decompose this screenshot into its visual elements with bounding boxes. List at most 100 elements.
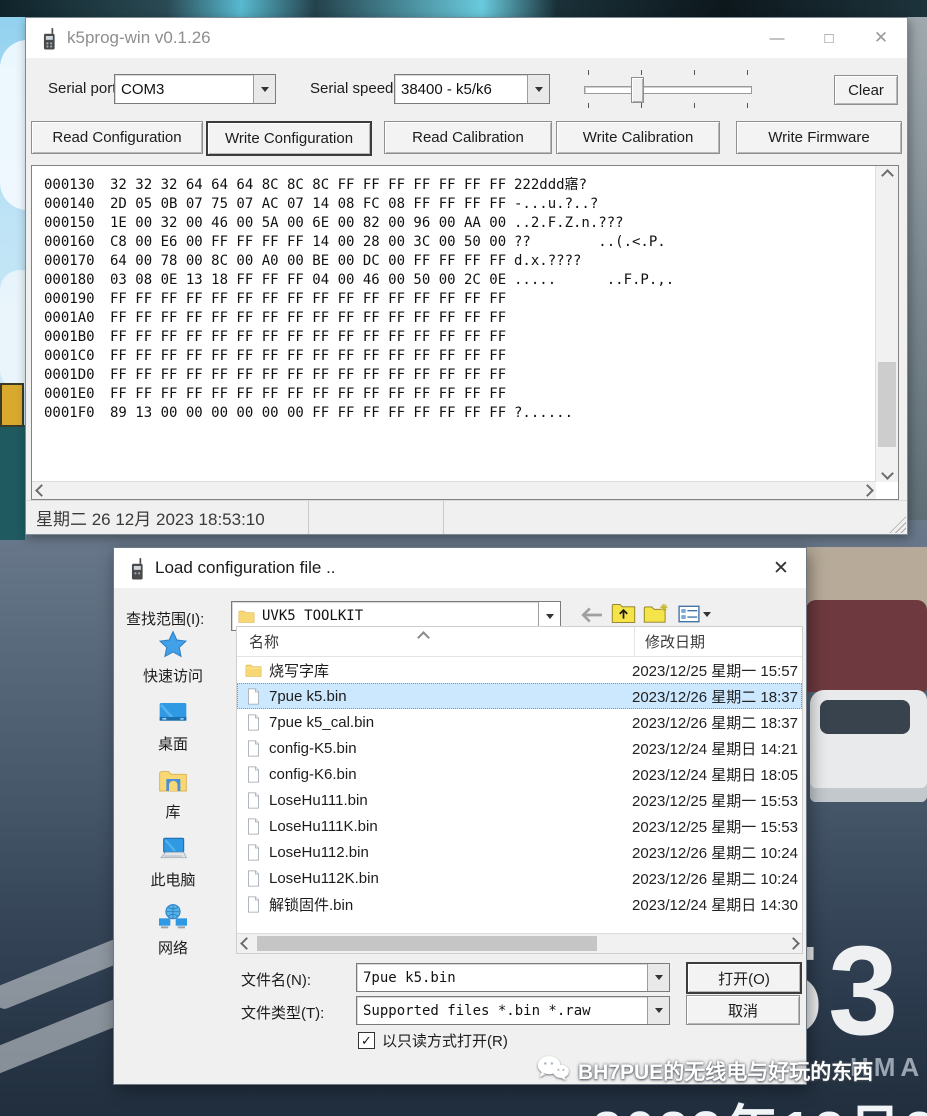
desktop-icon	[155, 696, 191, 730]
scrollbar-thumb[interactable]	[878, 362, 896, 447]
scroll-down-icon[interactable]	[876, 464, 898, 482]
slider-thumb[interactable]	[631, 77, 644, 103]
caption-buttons: — □ ✕	[751, 18, 907, 58]
column-header-name[interactable]: 名称	[237, 627, 635, 656]
new-folder-icon[interactable]	[642, 601, 670, 625]
dialog-titlebar: Load configuration file .. ✕	[114, 548, 806, 588]
look-in-value: UVK5 TOOLKIT	[262, 608, 363, 624]
readonly-checkbox[interactable]: ✓	[358, 1032, 375, 1049]
speed-slider[interactable]	[584, 70, 752, 108]
hex-cell	[514, 347, 876, 366]
serial-port-label: Serial port	[48, 80, 116, 97]
sidebar-item-library[interactable]: 库	[114, 764, 232, 822]
file-row[interactable]: 解锁固件.bin2023/12/24 星期日 14:30	[237, 891, 802, 917]
hex-cell: FF FF FF FF FF FF FF FF FF FF FF FF FF F…	[110, 385, 514, 404]
sidebar-item-network[interactable]: 网络	[114, 900, 232, 958]
file-name: config-K5.bin	[269, 740, 357, 757]
dropdown-arrow-icon[interactable]	[647, 997, 669, 1024]
file-row[interactable]: 烧写字库2023/12/25 星期一 15:57	[237, 657, 802, 683]
file-row[interactable]: LoseHu111K.bin2023/12/25 星期一 15:53	[237, 813, 802, 839]
hex-cell: 000160	[44, 233, 110, 252]
write-calibration-button[interactable]: Write Calibration	[556, 121, 720, 154]
hex-cell: 64 00 78 00 8C 00 A0 00 BE 00 DC 00 FF F…	[110, 252, 514, 271]
scroll-left-icon[interactable]	[32, 482, 50, 499]
hex-view[interactable]: 00013032 32 32 64 64 64 8C 8C 8C FF FF F…	[32, 166, 876, 482]
minimize-button[interactable]: —	[751, 18, 803, 58]
sidebar-item-pc[interactable]: 此电脑	[114, 832, 232, 890]
pc-icon	[155, 832, 191, 866]
hex-cell: 000190	[44, 290, 110, 309]
maximize-button[interactable]: □	[803, 18, 855, 58]
hex-cell: ?? ..(.<.P.	[514, 233, 876, 252]
read-calibration-button[interactable]: Read Calibration	[384, 121, 552, 154]
sidebar-item-label: 桌面	[158, 733, 188, 754]
file-name-input[interactable]: 7pue k5.bin	[356, 963, 670, 992]
clear-button[interactable]: Clear	[834, 75, 898, 105]
dropdown-arrow-icon[interactable]	[647, 964, 669, 991]
scroll-left-icon[interactable]	[237, 934, 255, 953]
file-row[interactable]: LoseHu111.bin2023/12/25 星期一 15:53	[237, 787, 802, 813]
scroll-right-icon[interactable]	[784, 934, 802, 953]
hex-row: 0001A0FF FF FF FF FF FF FF FF FF FF FF F…	[44, 309, 876, 328]
read-configuration-button[interactable]: Read Configuration	[31, 121, 203, 154]
scrollbar-thumb[interactable]	[257, 936, 597, 951]
back-icon[interactable]	[580, 606, 604, 624]
file-date: 2023/12/24 星期日 14:21	[622, 738, 802, 759]
vertical-scrollbar[interactable]	[875, 166, 898, 482]
folder-up-icon[interactable]	[610, 601, 636, 625]
status-bar: 星期二 26 12月 2023 18:53:10	[26, 500, 907, 534]
write-configuration-button[interactable]: Write Configuration	[206, 121, 372, 156]
serial-speed-value: 38400 - k5/k6	[395, 75, 527, 103]
file-row[interactable]: 7pue k5_cal.bin2023/12/26 星期二 18:37	[237, 709, 802, 735]
file-row[interactable]: config-K6.bin2023/12/24 星期日 18:05	[237, 761, 802, 787]
hex-row: 0001402D 05 0B 07 75 07 AC 07 14 08 FC 0…	[44, 195, 876, 214]
bg-traffic-light	[0, 383, 24, 427]
file-name-value: 7pue k5.bin	[357, 964, 647, 991]
file-date: 2023/12/26 星期二 18:37	[622, 686, 802, 707]
file-icon	[245, 896, 262, 913]
wechat-icon	[536, 1054, 570, 1087]
file-row[interactable]: LoseHu112K.bin2023/12/26 星期二 10:24	[237, 865, 802, 891]
views-menu-icon[interactable]	[674, 603, 714, 625]
hex-row: 0001D0FF FF FF FF FF FF FF FF FF FF FF F…	[44, 366, 876, 385]
library-icon	[155, 764, 191, 798]
dropdown-arrow-icon[interactable]	[527, 75, 549, 103]
hex-cell: 32 32 32 64 64 64 8C 8C 8C FF FF FF FF F…	[110, 176, 514, 195]
hex-row: 0001E0FF FF FF FF FF FF FF FF FF FF FF F…	[44, 385, 876, 404]
file-name: 解锁固件.bin	[269, 894, 353, 915]
serial-speed-select[interactable]: 38400 - k5/k6	[394, 74, 550, 104]
dialog-close-button[interactable]: ✕	[756, 548, 806, 588]
hex-cell: ..2.F.Z.n.???	[514, 214, 876, 233]
hex-cell	[514, 328, 876, 347]
hex-cell: ?......	[514, 404, 876, 423]
hex-cell: 1E 00 32 00 46 00 5A 00 6E 00 82 00 96 0…	[110, 214, 514, 233]
hex-cell: 0001C0	[44, 347, 110, 366]
file-list-horizontal-scrollbar[interactable]	[237, 933, 802, 953]
file-type-select[interactable]: Supported files *.bin *.raw	[356, 996, 670, 1025]
screenshot-stage: 53 HMA 2023年12月26日（中） k5prog-win v0.1.26…	[0, 0, 927, 1116]
hex-cell: 89 13 00 00 00 00 00 00 FF FF FF FF FF F…	[110, 404, 514, 423]
file-row[interactable]: config-K5.bin 2023/12/24 星期日 14:21	[237, 735, 802, 761]
file-row[interactable]: LoseHu112.bin2023/12/26 星期二 10:24	[237, 839, 802, 865]
serial-port-select[interactable]: COM3	[114, 74, 276, 104]
sidebar-item-desktop[interactable]: 桌面	[114, 696, 232, 754]
write-firmware-button[interactable]: Write Firmware	[736, 121, 902, 154]
window-title: k5prog-win v0.1.26	[67, 28, 211, 48]
file-row[interactable]: 7pue k5.bin2023/12/26 星期二 18:37	[237, 683, 802, 709]
hex-cell: FF FF FF FF FF FF FF FF FF FF FF FF FF F…	[110, 328, 514, 347]
dropdown-arrow-icon[interactable]	[253, 75, 275, 103]
cancel-button[interactable]: 取消	[686, 995, 800, 1025]
scroll-right-icon[interactable]	[858, 482, 876, 499]
open-button[interactable]: 打开(O)	[686, 962, 802, 994]
sidebar-item-star[interactable]: 快速访问	[114, 628, 232, 686]
scroll-up-icon[interactable]	[876, 166, 898, 184]
serial-port-value: COM3	[115, 75, 253, 103]
file-name-cell: 解锁固件.bin	[237, 894, 622, 915]
column-header-date[interactable]: 修改日期	[635, 627, 802, 656]
dialog-sidebar: 快速访问桌面库此电脑网络	[114, 626, 232, 960]
slider-track[interactable]	[584, 86, 752, 94]
horizontal-scrollbar[interactable]	[32, 481, 876, 499]
file-name: config-K6.bin	[269, 766, 357, 783]
close-button[interactable]: ✕	[855, 18, 907, 58]
hex-cell: -...u.?..?	[514, 195, 876, 214]
